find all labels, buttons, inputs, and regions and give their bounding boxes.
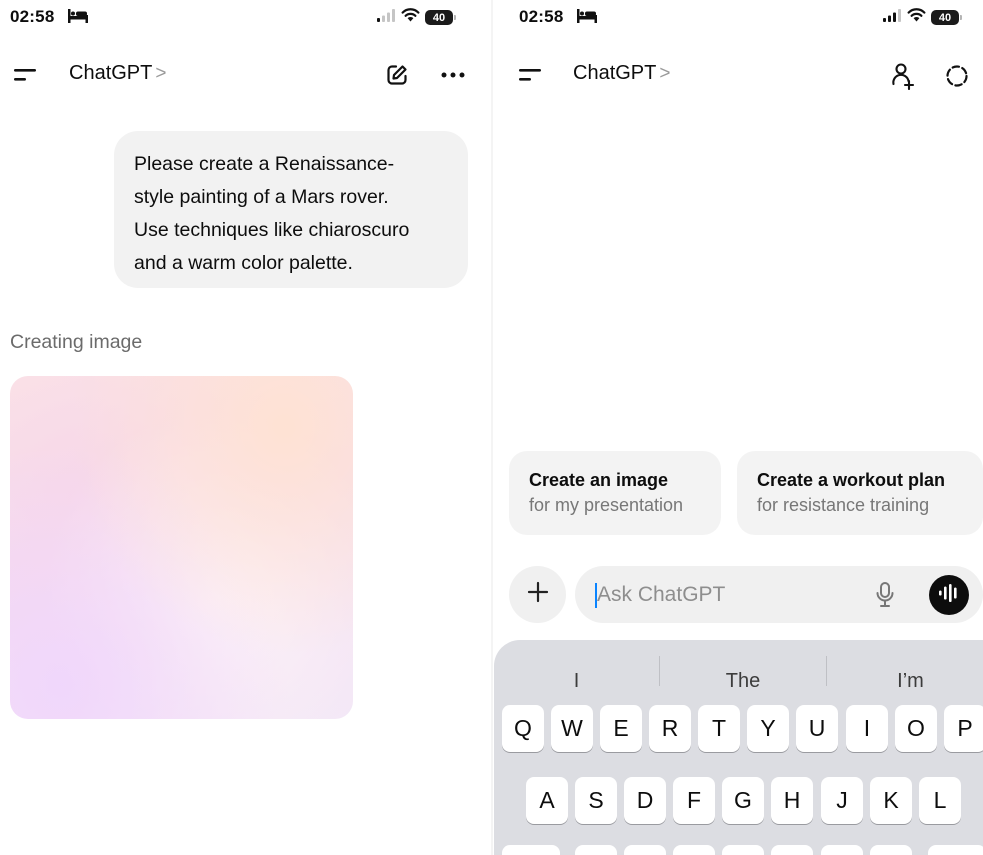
key-p[interactable]: P (944, 705, 983, 752)
key-s[interactable]: S (575, 777, 617, 824)
menu-icon[interactable] (10, 64, 40, 86)
suggestion-subtitle: for my presentation (529, 495, 684, 515)
key-z[interactable] (575, 845, 617, 855)
key-f[interactable]: F (673, 777, 715, 824)
sleep-focus-icon (577, 9, 597, 28)
key-n[interactable] (821, 845, 863, 855)
message-line: style painting of a Mars rover. (134, 186, 389, 208)
creating-image-status: Creating image (10, 331, 143, 353)
key-j[interactable]: J (821, 777, 863, 824)
key-g[interactable]: G (722, 777, 764, 824)
suggestion-title: Create an image (529, 470, 669, 490)
model-selector[interactable]: ChatGPT > (573, 62, 670, 85)
key-y[interactable]: Y (747, 705, 789, 752)
key-c[interactable] (673, 845, 715, 855)
key-i[interactable]: I (846, 705, 888, 752)
new-chat-screen: 02:58 40 ChatGPT > Create an image for m… (493, 0, 983, 855)
attach-button[interactable] (509, 566, 566, 623)
key-w[interactable]: W (551, 705, 593, 752)
cellular-signal-icon (377, 8, 396, 27)
ask-input[interactable] (597, 566, 867, 623)
key-m[interactable] (870, 845, 912, 855)
temporary-chat-icon[interactable] (943, 62, 971, 90)
more-icon[interactable] (439, 62, 467, 88)
menu-icon[interactable] (515, 64, 545, 86)
plus-icon (527, 581, 549, 608)
wifi-icon (907, 8, 926, 27)
backspace-key[interactable] (928, 845, 983, 855)
microphone-icon[interactable] (875, 582, 895, 613)
new-chat-icon[interactable] (382, 60, 412, 90)
cellular-signal-icon (883, 8, 902, 27)
model-selector[interactable]: ChatGPT > (69, 62, 166, 85)
shift-key[interactable] (502, 845, 560, 855)
key-u[interactable]: U (796, 705, 838, 752)
suggestion-create-image[interactable]: Create an image for my presentation (509, 451, 721, 535)
on-screen-keyboard: I The I’m Q W E R T Y U I O P A S D F G … (494, 640, 983, 855)
suggestion-subtitle: for resistance training (757, 495, 930, 515)
message-line: Use techniques like chiaroscuro (134, 219, 410, 241)
chevron-right-icon: > (659, 62, 671, 84)
key-v[interactable] (722, 845, 764, 855)
image-generation-placeholder (10, 376, 353, 719)
suggestion-workout-plan[interactable]: Create a workout plan for resistance tra… (737, 451, 983, 535)
battery-indicator: 40 (931, 10, 962, 25)
key-d[interactable]: D (624, 777, 666, 824)
predictive-suggestion[interactable]: The (660, 670, 826, 693)
status-time: 02:58 (10, 7, 55, 26)
voice-mode-icon (938, 583, 960, 607)
key-x[interactable] (624, 845, 666, 855)
battery-indicator: 40 (425, 10, 456, 25)
key-a[interactable]: A (526, 777, 568, 824)
predictive-suggestion[interactable]: I (494, 670, 659, 693)
message-line: Please create a Renaissance- (134, 153, 395, 175)
status-time: 02:58 (519, 7, 564, 26)
key-k[interactable]: K (870, 777, 912, 824)
app-title: ChatGPT (69, 62, 153, 84)
add-person-icon[interactable] (888, 60, 918, 92)
chat-conversation-screen: 02:58 40 ChatGPT > Please create a Renai… (0, 0, 491, 855)
wifi-icon (401, 8, 420, 27)
key-l[interactable]: L (919, 777, 961, 824)
chevron-right-icon: > (155, 62, 167, 84)
key-q[interactable]: Q (502, 705, 544, 752)
key-o[interactable]: O (895, 705, 937, 752)
key-b[interactable] (771, 845, 813, 855)
message-line: and a warm color palette. (134, 252, 353, 274)
message-composer (575, 566, 983, 623)
suggestion-title: Create a workout plan (757, 470, 946, 490)
sleep-focus-icon (68, 9, 88, 28)
key-e[interactable]: E (600, 705, 642, 752)
key-h[interactable]: H (771, 777, 813, 824)
app-title: ChatGPT (573, 62, 657, 84)
key-t[interactable]: T (698, 705, 740, 752)
predictive-suggestion[interactable]: I’m (827, 670, 983, 693)
voice-mode-button[interactable] (929, 575, 969, 615)
user-message-bubble: Please create a Renaissance- style paint… (114, 131, 468, 288)
key-r[interactable]: R (649, 705, 691, 752)
